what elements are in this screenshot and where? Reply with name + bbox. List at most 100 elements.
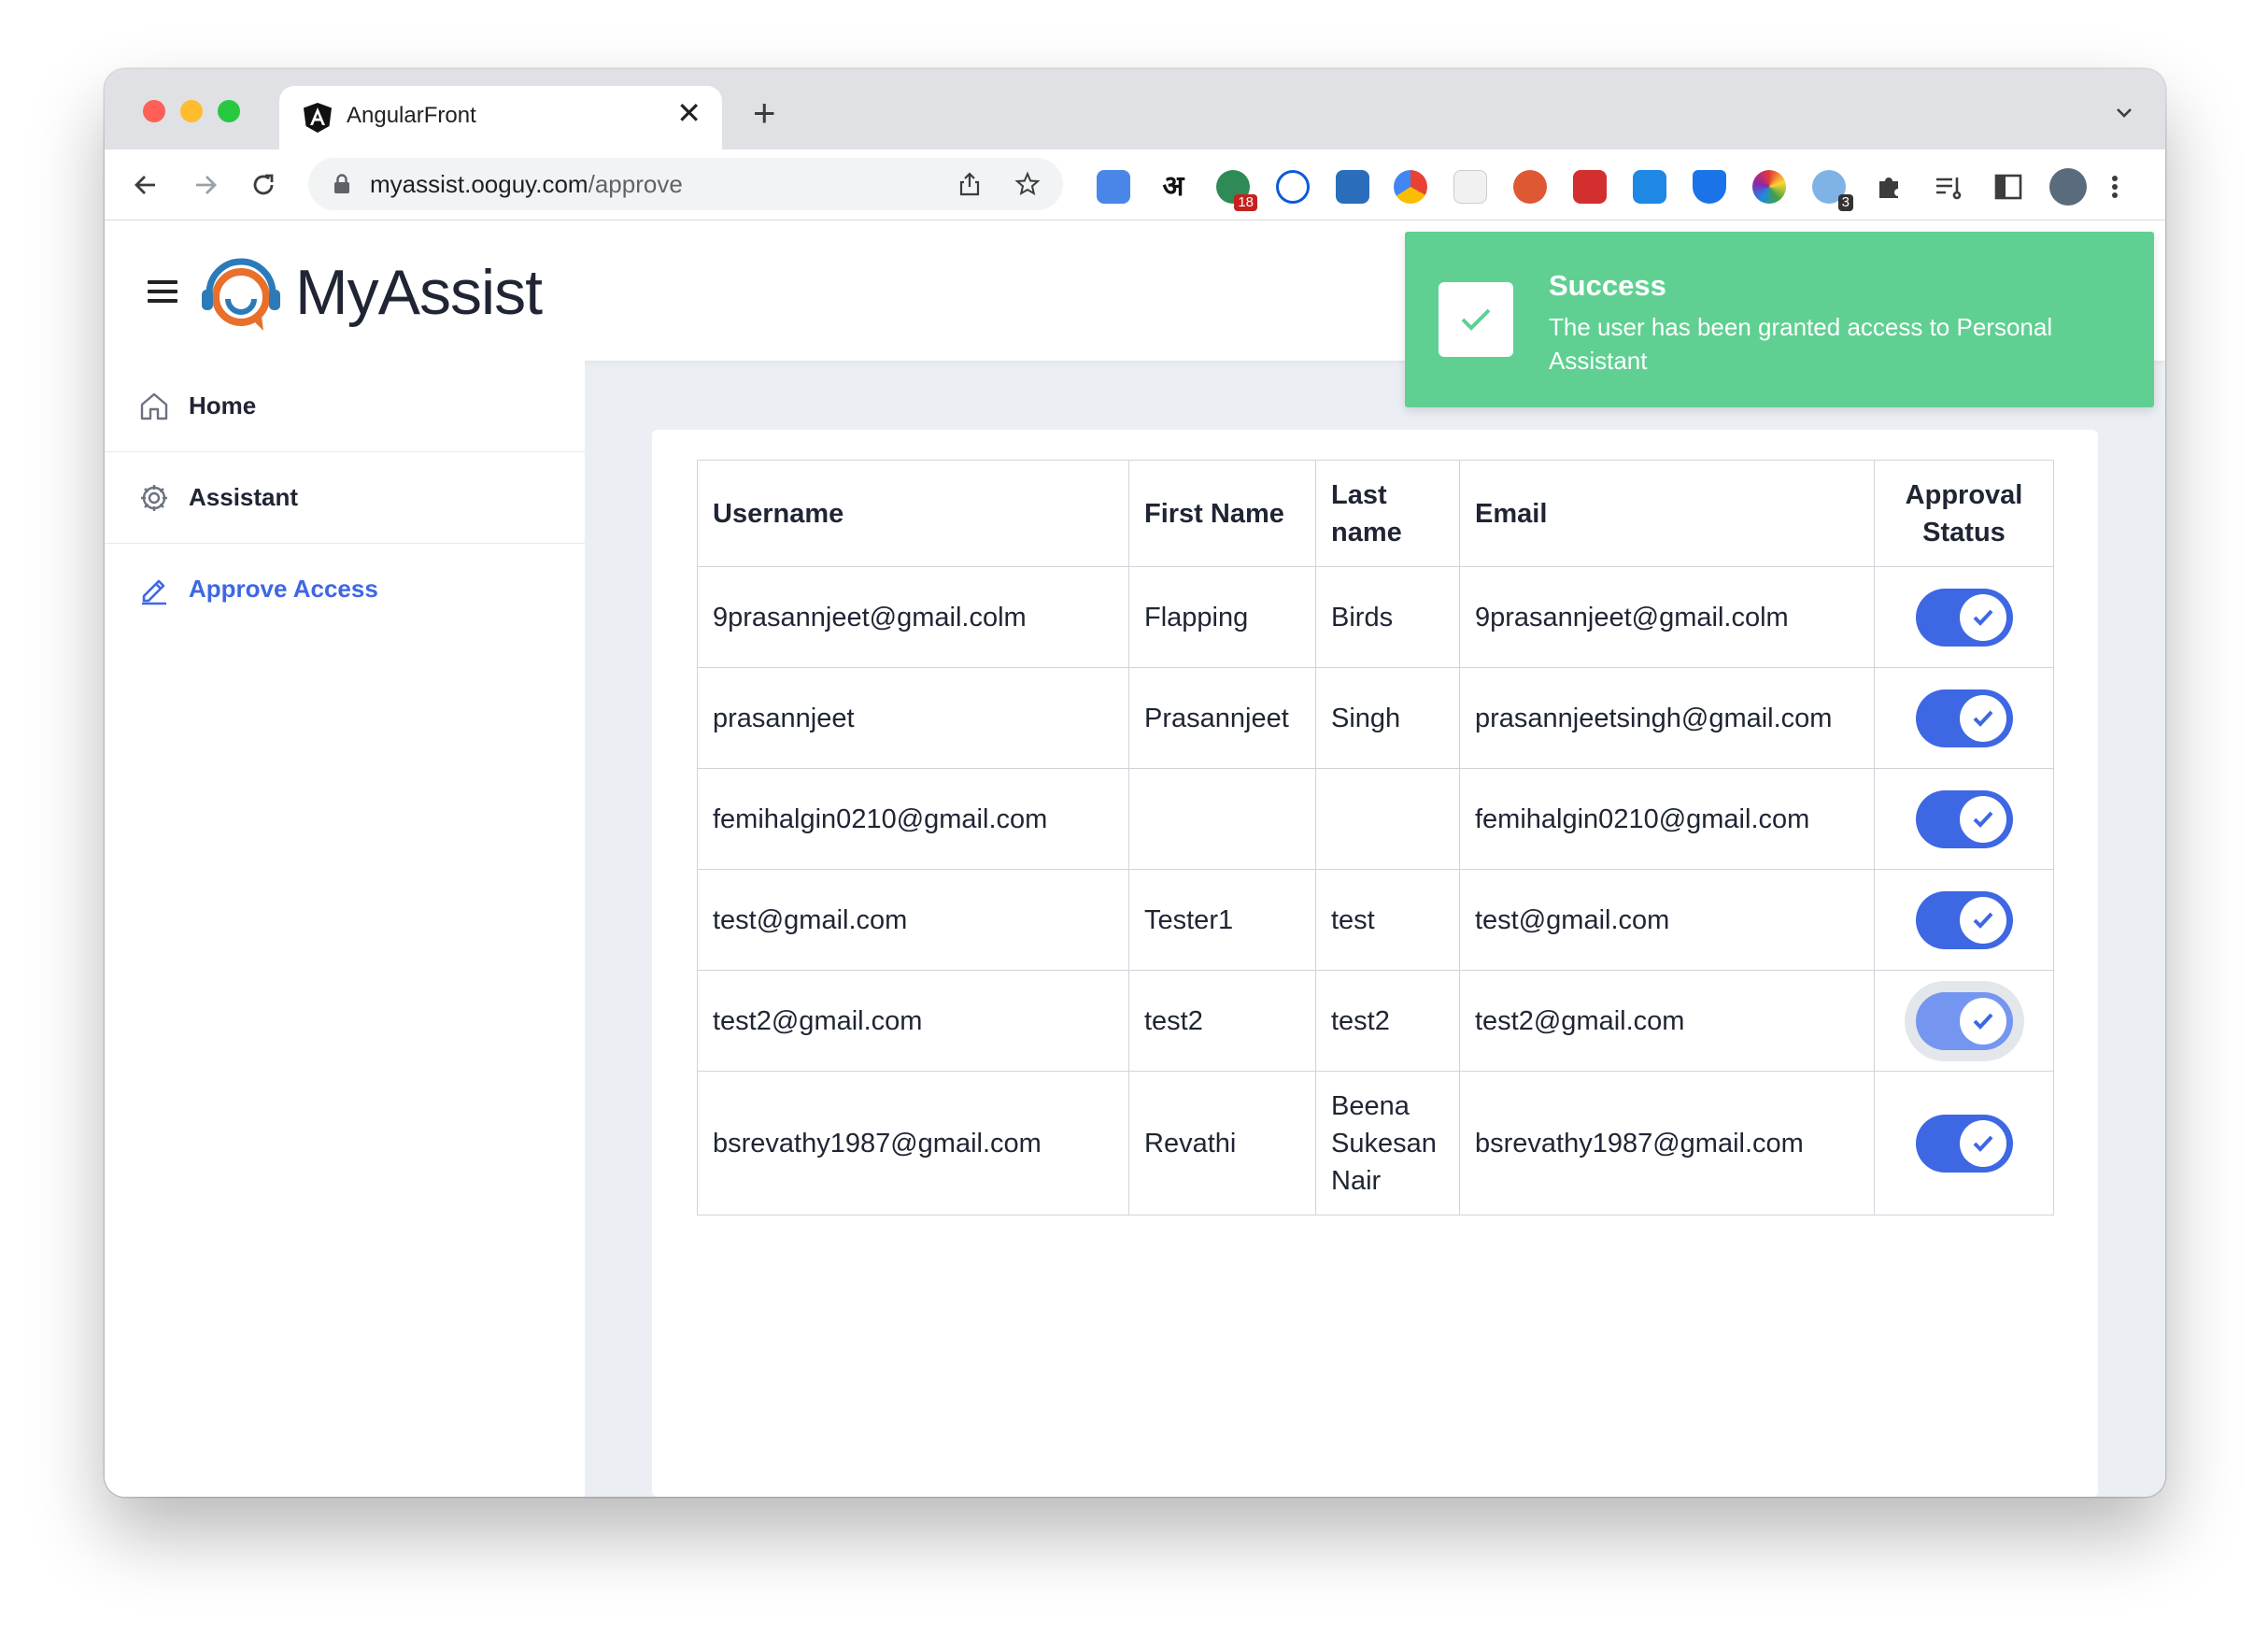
check-icon — [1973, 1135, 1992, 1152]
minimize-window-button[interactable] — [180, 100, 203, 122]
url-path: /approve — [588, 170, 683, 198]
sidebar-item-label: Approve Access — [189, 575, 378, 603]
cell-approval — [1874, 768, 2054, 870]
table-row: bsrevathy1987@gmail.com Revathi Beena Su… — [697, 1071, 2054, 1216]
sidebar-item-home[interactable]: Home — [105, 361, 585, 452]
cell-last-name: test — [1315, 869, 1460, 971]
brand-name: MyAssist — [295, 257, 543, 328]
approval-toggle[interactable] — [1915, 689, 2013, 747]
resize-extension-icon[interactable] — [1633, 170, 1666, 204]
users-card: Username First Name Last name Email Appr… — [652, 430, 2098, 1497]
chevron-down-icon[interactable] — [2113, 101, 2135, 123]
puzzle-icon[interactable] — [1872, 170, 1906, 204]
page: MyAssist Home Assistant Approve Access U… — [105, 220, 2165, 1497]
header-approval-status: Approval Status — [1874, 460, 2054, 567]
header-username: Username — [697, 460, 1129, 567]
grammar-extension-icon[interactable]: 18 — [1216, 170, 1257, 211]
profile-avatar[interactable] — [2049, 168, 2087, 206]
color-picker-icon[interactable] — [1752, 170, 1786, 204]
cell-approval — [1874, 667, 2054, 769]
back-icon[interactable] — [129, 168, 163, 202]
hamburger-menu-icon[interactable] — [148, 280, 177, 303]
side-panel-icon[interactable] — [1992, 170, 2025, 204]
gear-icon — [141, 485, 167, 511]
cell-first-name: Flapping — [1128, 566, 1316, 668]
check-icon — [1973, 1013, 1992, 1030]
table-row: test@gmail.com Tester1 test test@gmail.c… — [697, 869, 2054, 971]
google-translate-icon[interactable] — [1097, 170, 1130, 204]
sidebar-item-approve-access[interactable]: Approve Access — [105, 544, 585, 635]
cell-last-name: Beena Sukesan Nair — [1315, 1071, 1460, 1216]
cell-username: 9prasannjeet@gmail.colm — [697, 566, 1129, 668]
menu-dots-icon[interactable] — [2107, 170, 2122, 204]
cell-username: femihalgin0210@gmail.com — [697, 768, 1129, 870]
cell-approval — [1874, 869, 2054, 971]
check-icon — [1973, 811, 1992, 828]
mendeley-icon[interactable] — [1573, 170, 1607, 204]
cell-email: test2@gmail.com — [1459, 970, 1875, 1072]
header-email: Email — [1459, 460, 1875, 567]
extension-badge: 3 — [1837, 194, 1853, 211]
sidebar-item-label: Assistant — [189, 483, 299, 511]
browser-window: AngularFront ✕ + myassist.ooguy.com/appr… — [105, 69, 2165, 1497]
close-window-button[interactable] — [143, 100, 165, 122]
tab-angularfront[interactable]: AngularFront ✕ — [279, 86, 722, 149]
url-host: myassist.ooguy.com — [370, 170, 588, 198]
star-icon[interactable] — [1014, 171, 1041, 197]
cell-username: test2@gmail.com — [697, 970, 1129, 1072]
browser-toolbar: myassist.ooguy.com/approve अ 18 3 — [105, 149, 2165, 220]
share-icon[interactable] — [957, 171, 983, 197]
pie-chart-extension-icon[interactable] — [1394, 170, 1427, 204]
cell-first-name: Revathi — [1128, 1071, 1316, 1216]
myassist-logo — [202, 258, 280, 331]
approval-toggle[interactable] — [1915, 890, 2013, 949]
url-text: myassist.ooguy.com/approve — [370, 170, 683, 199]
cell-last-name: Birds — [1315, 566, 1460, 668]
sidebar-item-assistant[interactable]: Assistant — [105, 452, 585, 544]
forward-icon[interactable] — [189, 168, 222, 202]
hindi-keyboard-icon[interactable]: अ — [1156, 170, 1190, 204]
maximize-window-button[interactable] — [218, 100, 240, 122]
duckduckgo-icon[interactable] — [1513, 170, 1547, 204]
cell-first-name: Tester1 — [1128, 869, 1316, 971]
angular-icon — [304, 103, 332, 133]
check-icon — [1461, 308, 1491, 331]
scribe-extension-icon[interactable] — [1336, 170, 1369, 204]
scholar-extension-icon[interactable] — [1693, 170, 1726, 204]
cell-approval — [1874, 970, 2054, 1072]
cell-approval — [1874, 566, 2054, 668]
check-icon — [1973, 710, 1992, 727]
success-toast[interactable]: Success The user has been granted access… — [1405, 232, 2154, 407]
header-first-name: First Name — [1128, 460, 1316, 567]
cell-approval — [1874, 1071, 2054, 1216]
extension-badge: 18 — [1234, 194, 1257, 211]
check-icon — [1973, 912, 1992, 929]
tab-close-icon[interactable]: ✕ — [676, 98, 702, 128]
tex-extension-icon[interactable] — [1453, 170, 1487, 204]
address-bar[interactable]: myassist.ooguy.com/approve — [308, 158, 1063, 210]
reading-list-icon[interactable] — [1932, 170, 1965, 204]
tab-title: AngularFront — [347, 103, 476, 128]
extension-icon[interactable]: 3 — [1812, 170, 1853, 211]
toast-icon-box — [1439, 282, 1513, 357]
reload-icon[interactable] — [247, 168, 280, 202]
password-manager-icon[interactable] — [1276, 170, 1310, 204]
approval-toggle[interactable] — [1915, 1114, 2013, 1173]
toast-message: The user has been granted access to Pers… — [1549, 313, 2053, 375]
table-row: femihalgin0210@gmail.com femihalgin0210@… — [697, 768, 2054, 870]
cell-email: femihalgin0210@gmail.com — [1459, 768, 1875, 870]
cell-email: 9prasannjeet@gmail.colm — [1459, 566, 1875, 668]
new-tab-button[interactable]: + — [753, 93, 776, 133]
cell-last-name — [1315, 768, 1460, 870]
approval-toggle[interactable] — [1915, 789, 2013, 848]
cell-first-name — [1128, 768, 1316, 870]
sidebar: Home Assistant Approve Access — [105, 361, 585, 1497]
cell-last-name: test2 — [1315, 970, 1460, 1072]
approval-toggle[interactable] — [1915, 588, 2013, 647]
cell-username: prasannjeet — [697, 667, 1129, 769]
cell-first-name: test2 — [1128, 970, 1316, 1072]
toast-title: Success — [1549, 269, 1666, 302]
cell-first-name: Prasannjeet — [1128, 667, 1316, 769]
approval-table: Username First Name Last name Email Appr… — [697, 460, 2054, 1216]
approval-toggle[interactable] — [1915, 991, 2013, 1050]
